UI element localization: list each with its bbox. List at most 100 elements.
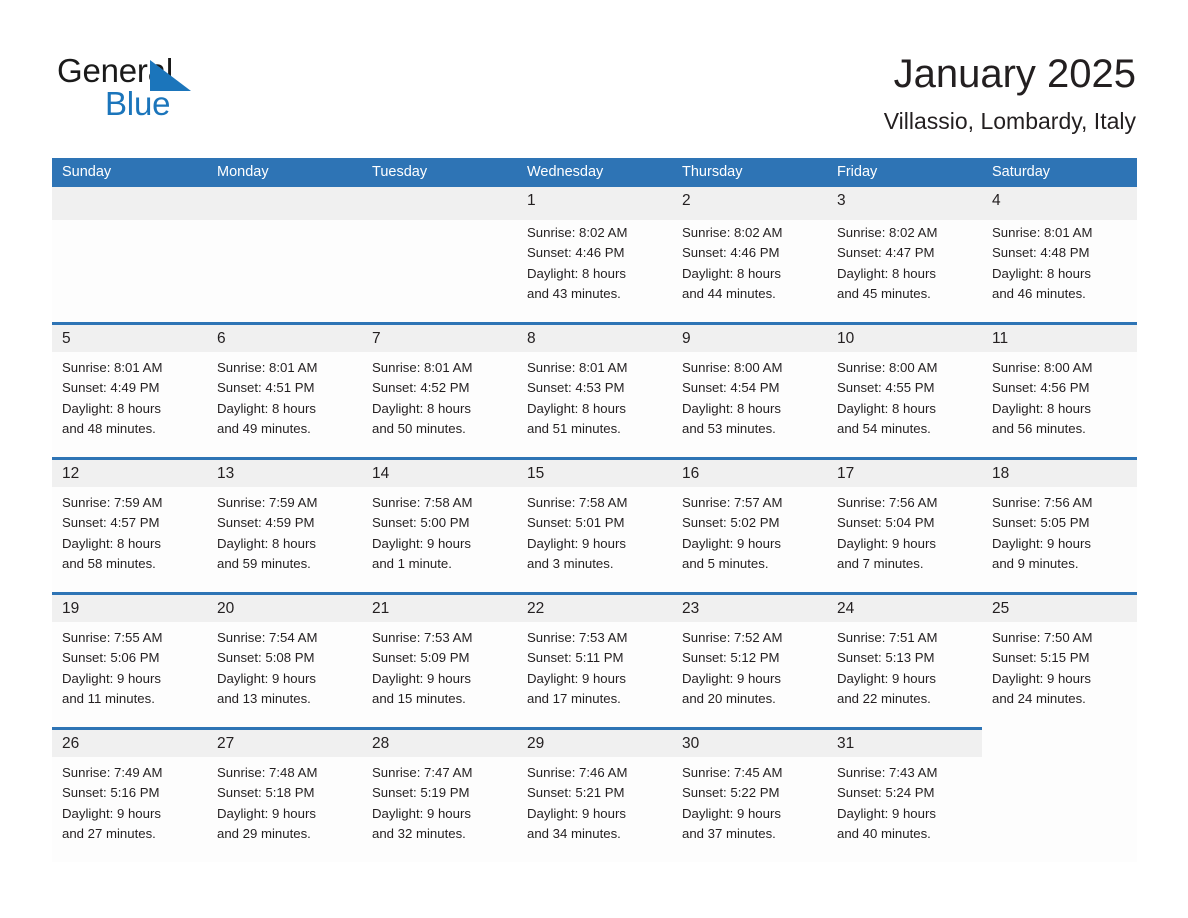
sunrise-text: Sunrise: 7:53 AM: [527, 630, 628, 645]
daylight-text-line2: and 53 minutes.: [682, 420, 776, 436]
sunrise-text: Sunrise: 8:00 AM: [992, 360, 1093, 375]
day-number: 28: [372, 735, 390, 752]
daylight-text-line1: Daylight: 9 hours: [372, 670, 471, 686]
sunrise-text: Sunrise: 7:47 AM: [372, 765, 473, 780]
day-number: 6: [217, 330, 226, 347]
day-number: 11: [992, 330, 1009, 347]
day-number: 29: [527, 735, 545, 752]
day-detail: Sunrise: 7:58 AM Sunset: 5:00 PM Dayligh…: [362, 487, 517, 574]
day-cell[interactable]: 29 Sunrise: 7:46 AM Sunset: 5:21 PM Dayl…: [517, 727, 672, 862]
day-detail: Sunrise: 7:48 AM Sunset: 5:18 PM Dayligh…: [207, 757, 362, 844]
day-cell[interactable]: 22 Sunrise: 7:53 AM Sunset: 5:11 PM Dayl…: [517, 592, 672, 727]
day-cell[interactable]: 9 Sunrise: 8:00 AM Sunset: 4:54 PM Dayli…: [672, 322, 827, 457]
daylight-text-line2: and 59 minutes.: [217, 555, 311, 571]
day-cell: [52, 187, 207, 322]
day-cell[interactable]: 10 Sunrise: 8:00 AM Sunset: 4:55 PM Dayl…: [827, 322, 982, 457]
sunrise-text: Sunrise: 7:51 AM: [837, 630, 938, 645]
sunset-text: Sunset: 5:02 PM: [682, 515, 780, 531]
day-cell: [207, 187, 362, 322]
sunrise-text: Sunrise: 8:01 AM: [62, 360, 163, 375]
day-cell[interactable]: 2 Sunrise: 8:02 AM Sunset: 4:46 PM Dayli…: [672, 187, 827, 322]
daylight-text-line2: and 58 minutes.: [62, 555, 156, 571]
daylight-text-line2: and 5 minutes.: [682, 555, 769, 571]
day-cell[interactable]: 18 Sunrise: 7:56 AM Sunset: 5:05 PM Dayl…: [982, 457, 1137, 592]
day-cell[interactable]: 26 Sunrise: 7:49 AM Sunset: 5:16 PM Dayl…: [52, 727, 207, 862]
daylight-text-line1: Daylight: 8 hours: [527, 400, 626, 416]
day-cell[interactable]: 3 Sunrise: 8:02 AM Sunset: 4:47 PM Dayli…: [827, 187, 982, 322]
day-cell[interactable]: 7 Sunrise: 8:01 AM Sunset: 4:52 PM Dayli…: [362, 322, 517, 457]
daylight-text-line2: and 45 minutes.: [837, 285, 931, 301]
sunrise-text: Sunrise: 7:45 AM: [682, 765, 783, 780]
day-cell[interactable]: 1 Sunrise: 8:02 AM Sunset: 4:46 PM Dayli…: [517, 187, 672, 322]
day-cell[interactable]: 11 Sunrise: 8:00 AM Sunset: 4:56 PM Dayl…: [982, 322, 1137, 457]
sunrise-text: Sunrise: 7:53 AM: [372, 630, 473, 645]
daylight-text-line1: Daylight: 9 hours: [527, 805, 626, 821]
day-detail: Sunrise: 7:59 AM Sunset: 4:59 PM Dayligh…: [207, 487, 362, 574]
sunrise-text: Sunrise: 7:57 AM: [682, 495, 783, 510]
day-detail: Sunrise: 7:54 AM Sunset: 5:08 PM Dayligh…: [207, 622, 362, 709]
day-cell[interactable]: 8 Sunrise: 8:01 AM Sunset: 4:53 PM Dayli…: [517, 322, 672, 457]
day-detail: [982, 757, 1137, 763]
general-blue-logo: General Blue: [57, 52, 277, 124]
weekday-header-row: Sunday Monday Tuesday Wednesday Thursday…: [52, 158, 1137, 187]
sunrise-text: Sunrise: 8:01 AM: [217, 360, 318, 375]
day-cell[interactable]: 17 Sunrise: 7:56 AM Sunset: 5:04 PM Dayl…: [827, 457, 982, 592]
daylight-text-line1: Daylight: 9 hours: [527, 535, 626, 551]
day-cell[interactable]: 6 Sunrise: 8:01 AM Sunset: 4:51 PM Dayli…: [207, 322, 362, 457]
day-cell[interactable]: 21 Sunrise: 7:53 AM Sunset: 5:09 PM Dayl…: [362, 592, 517, 727]
day-cell[interactable]: 25 Sunrise: 7:50 AM Sunset: 5:15 PM Dayl…: [982, 592, 1137, 727]
day-number: 31: [837, 735, 855, 752]
day-cell[interactable]: 28 Sunrise: 7:47 AM Sunset: 5:19 PM Dayl…: [362, 727, 517, 862]
day-cell[interactable]: 30 Sunrise: 7:45 AM Sunset: 5:22 PM Dayl…: [672, 727, 827, 862]
day-detail: Sunrise: 8:00 AM Sunset: 4:54 PM Dayligh…: [672, 352, 827, 439]
day-cell[interactable]: 16 Sunrise: 7:57 AM Sunset: 5:02 PM Dayl…: [672, 457, 827, 592]
day-number: 7: [372, 330, 381, 347]
day-cell[interactable]: 13 Sunrise: 7:59 AM Sunset: 4:59 PM Dayl…: [207, 457, 362, 592]
day-number: 30: [682, 735, 700, 752]
daylight-text-line1: Daylight: 8 hours: [62, 535, 161, 551]
day-detail: Sunrise: 7:56 AM Sunset: 5:04 PM Dayligh…: [827, 487, 982, 574]
day-number: 5: [62, 330, 71, 347]
daylight-text-line1: Daylight: 8 hours: [62, 400, 161, 416]
day-cell[interactable]: 15 Sunrise: 7:58 AM Sunset: 5:01 PM Dayl…: [517, 457, 672, 592]
sunset-text: Sunset: 4:49 PM: [62, 380, 160, 396]
daylight-text-line1: Daylight: 8 hours: [992, 265, 1091, 281]
day-number: 15: [527, 465, 545, 482]
weekday-header-sunday: Sunday: [62, 164, 112, 180]
day-detail: Sunrise: 8:00 AM Sunset: 4:56 PM Dayligh…: [982, 352, 1137, 439]
weekday-header-saturday: Saturday: [992, 164, 1051, 180]
daylight-text-line1: Daylight: 9 hours: [837, 535, 936, 551]
day-cell[interactable]: 14 Sunrise: 7:58 AM Sunset: 5:00 PM Dayl…: [362, 457, 517, 592]
day-cell[interactable]: 4 Sunrise: 8:01 AM Sunset: 4:48 PM Dayli…: [982, 187, 1137, 322]
daylight-text-line1: Daylight: 8 hours: [682, 400, 781, 416]
daylight-text-line2: and 40 minutes.: [837, 825, 931, 841]
sunset-text: Sunset: 5:00 PM: [372, 515, 470, 531]
day-cell[interactable]: 12 Sunrise: 7:59 AM Sunset: 4:57 PM Dayl…: [52, 457, 207, 592]
daylight-text-line1: Daylight: 8 hours: [217, 535, 316, 551]
day-cell[interactable]: 27 Sunrise: 7:48 AM Sunset: 5:18 PM Dayl…: [207, 727, 362, 862]
sunset-text: Sunset: 5:04 PM: [837, 515, 935, 531]
day-cell[interactable]: 24 Sunrise: 7:51 AM Sunset: 5:13 PM Dayl…: [827, 592, 982, 727]
day-number: 21: [372, 600, 390, 617]
daylight-text-line2: and 3 minutes.: [527, 555, 614, 571]
day-number: 26: [62, 735, 80, 752]
daylight-text-line2: and 24 minutes.: [992, 690, 1086, 706]
daylight-text-line2: and 15 minutes.: [372, 690, 466, 706]
day-cell[interactable]: 20 Sunrise: 7:54 AM Sunset: 5:08 PM Dayl…: [207, 592, 362, 727]
day-detail: Sunrise: 7:47 AM Sunset: 5:19 PM Dayligh…: [362, 757, 517, 844]
day-cell: [362, 187, 517, 322]
day-number: 24: [837, 600, 855, 617]
title-block: January 2025 Villassio, Lombardy, Italy: [884, 48, 1136, 136]
day-cell[interactable]: 23 Sunrise: 7:52 AM Sunset: 5:12 PM Dayl…: [672, 592, 827, 727]
day-cell[interactable]: 31 Sunrise: 7:43 AM Sunset: 5:24 PM Dayl…: [827, 727, 982, 862]
daylight-text-line1: Daylight: 8 hours: [372, 400, 471, 416]
daylight-text-line2: and 56 minutes.: [992, 420, 1086, 436]
day-cell[interactable]: 5 Sunrise: 8:01 AM Sunset: 4:49 PM Dayli…: [52, 322, 207, 457]
daylight-text-line2: and 37 minutes.: [682, 825, 776, 841]
sunrise-text: Sunrise: 7:58 AM: [527, 495, 628, 510]
sunset-text: Sunset: 4:46 PM: [682, 245, 780, 261]
day-detail: Sunrise: 7:51 AM Sunset: 5:13 PM Dayligh…: [827, 622, 982, 709]
sunset-text: Sunset: 4:47 PM: [837, 245, 935, 261]
day-number: 16: [682, 465, 700, 482]
day-cell[interactable]: 19 Sunrise: 7:55 AM Sunset: 5:06 PM Dayl…: [52, 592, 207, 727]
